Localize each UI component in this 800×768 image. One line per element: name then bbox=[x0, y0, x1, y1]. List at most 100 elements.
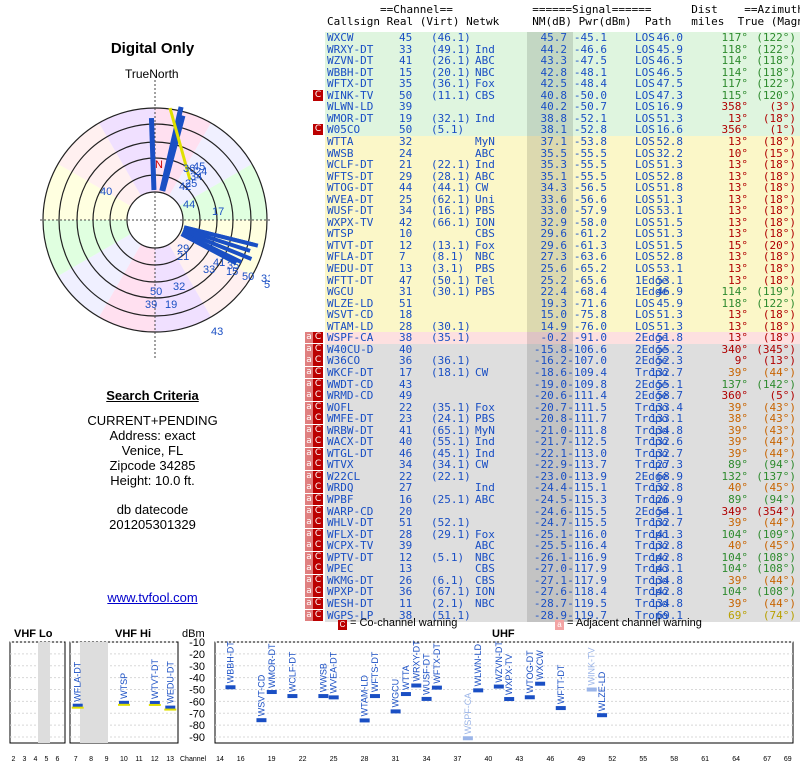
spectrum-bar-label: WTTA bbox=[401, 665, 411, 690]
spectrum-xtick: 37 bbox=[454, 756, 462, 763]
search-line: Zipcode 34285 bbox=[109, 458, 196, 473]
spectrum-ytick: -90 bbox=[189, 732, 205, 744]
spectrum-xtick: 67 bbox=[763, 756, 771, 763]
spectrum-bar-label: WTAM-LD bbox=[360, 675, 370, 717]
spectrum-ytick: -80 bbox=[189, 720, 205, 732]
spectrum-bar-label: WUSF-DT bbox=[422, 653, 432, 695]
co-channel-warning: C bbox=[313, 470, 323, 482]
radar-label: 40 bbox=[100, 186, 112, 198]
spectrum-bar-label: WVEA-DT bbox=[329, 651, 339, 693]
spectrum-shade bbox=[80, 642, 108, 743]
spectrum-bar-label: WXPX-TV bbox=[504, 654, 514, 695]
spectrum-xtick: 12 bbox=[151, 756, 159, 763]
cell-virt: (35.1) bbox=[431, 331, 471, 345]
spectrum-section-label: VHF Hi bbox=[115, 628, 151, 640]
spectrum-xtick: 13 bbox=[166, 756, 174, 763]
co-channel-warning: C bbox=[313, 540, 323, 552]
radar-label: 15 bbox=[226, 266, 238, 278]
cell-network: PBS bbox=[475, 285, 495, 299]
adjacent-channel-warning: a bbox=[305, 390, 313, 402]
search-criteria: Search Criteria CURRENT+PENDING Address:… bbox=[0, 388, 305, 532]
co-channel-warning: C bbox=[313, 597, 323, 609]
radar-label: 19 bbox=[165, 299, 177, 311]
adjacent-channel-warning: a bbox=[305, 332, 313, 344]
spectrum-panel bbox=[9, 641, 66, 744]
spectrum-xtick: 25 bbox=[330, 756, 338, 763]
spectrum-xtick: 9 bbox=[105, 756, 109, 763]
co-channel-warning: C bbox=[313, 517, 323, 529]
adjacent-channel-warning: a bbox=[305, 505, 313, 517]
table-header-columns: Callsign Real (Virt) Netwk NM(dB) Pwr(dB… bbox=[327, 15, 800, 28]
co-channel-warning: C bbox=[313, 574, 323, 586]
true-north-label: TrueNorth bbox=[125, 67, 179, 81]
cell-virt: (11.1) bbox=[431, 88, 471, 102]
spectrum-xtick: 55 bbox=[639, 756, 647, 763]
spectrum-bar-label: WXCW bbox=[535, 650, 545, 680]
spectrum-ytick: -30 bbox=[189, 661, 205, 673]
spectrum-bar-label: WEDU-DT bbox=[165, 661, 175, 704]
spectrum-xtick: 7 bbox=[74, 756, 78, 763]
co-channel-warning: C bbox=[313, 401, 323, 413]
radar-label: 17 bbox=[212, 206, 224, 218]
spectrum-chart: VHF Lo VHF Hi UHFdBm-10-20-30-40-50-60-70-… bbox=[9, 628, 794, 763]
spectrum-bar-label: WFLA-DT bbox=[73, 661, 83, 701]
website-link[interactable]: www.tvfool.com bbox=[0, 590, 305, 605]
adjacent-channel-warning: a bbox=[305, 482, 313, 494]
spectrum-xtick: 8 bbox=[89, 756, 93, 763]
spectrum-xtick: 2 bbox=[12, 756, 16, 763]
spectrum-xtick: 40 bbox=[485, 756, 493, 763]
search-heading: Search Criteria bbox=[106, 388, 199, 403]
adjacent-channel-warning: a bbox=[305, 574, 313, 586]
adjacent-channel-warning: a bbox=[305, 343, 313, 355]
adjacent-channel-warning: a bbox=[305, 563, 313, 575]
spectrum-bar-label: WBBH-DT bbox=[225, 641, 235, 683]
adjacent-channel-warning: a bbox=[305, 586, 313, 598]
radar-label: 24 bbox=[195, 166, 207, 178]
co-channel-warning: C bbox=[313, 124, 323, 136]
db-datecode-label: db datecode bbox=[116, 502, 189, 517]
spectrum-xtick: 58 bbox=[670, 756, 678, 763]
cell-network: NBC bbox=[475, 596, 495, 610]
spectrum-section-label: UHF bbox=[492, 628, 515, 640]
co-channel-warning: C bbox=[313, 343, 323, 355]
spectrum-xtick: 28 bbox=[361, 756, 369, 763]
co-channel-warning: C bbox=[313, 528, 323, 540]
spectrum-ytick: -50 bbox=[189, 685, 205, 697]
cell-virt: (25.1) bbox=[431, 493, 471, 506]
cell-network: CW bbox=[475, 365, 489, 379]
radar-plot: 4017503919322129443645334135503151431542… bbox=[40, 80, 270, 360]
search-line: Height: 10.0 ft. bbox=[110, 473, 195, 488]
adjacent-channel-warning: a bbox=[305, 436, 313, 448]
page-title: Digital Only bbox=[110, 40, 195, 57]
radar-label: 39 bbox=[145, 299, 157, 311]
spectrum-ytick: -60 bbox=[189, 696, 205, 708]
spectrum-xtick: 52 bbox=[608, 756, 616, 763]
search-line: CURRENT+PENDING bbox=[87, 413, 218, 428]
cell-virt: (30.1) bbox=[431, 285, 471, 299]
spectrum-bar-label: WFTS-DT bbox=[370, 651, 380, 692]
spectrum-xtick: 49 bbox=[577, 756, 585, 763]
cell-virt: (22.1) bbox=[431, 469, 471, 483]
cell-network: CW bbox=[475, 458, 489, 472]
spectrum-xtick: 19 bbox=[268, 756, 276, 763]
spectrum-bar-label: WFTT-DT bbox=[556, 664, 566, 704]
adjacent-channel-warning: a bbox=[305, 494, 313, 505]
adjacent-channel-warning: a bbox=[305, 447, 313, 459]
co-channel-warning: C bbox=[313, 413, 323, 425]
spectrum-xtick: 3 bbox=[23, 756, 27, 763]
spectrum-bar-label: WZVN-DT bbox=[494, 641, 504, 683]
adjacent-channel-warning: a bbox=[305, 378, 313, 390]
spectrum-xtick: 11 bbox=[135, 756, 142, 763]
co-channel-warning: C bbox=[313, 378, 323, 390]
radar-label: 51 bbox=[264, 279, 270, 291]
spectrum-bar-label: WINK-TV bbox=[587, 648, 597, 686]
co-channel-warning: C bbox=[313, 563, 323, 575]
co-channel-warning: C bbox=[313, 424, 323, 436]
co-channel-warning: C bbox=[313, 355, 323, 367]
co-channel-warning: C bbox=[313, 366, 323, 378]
co-channel-warning: C bbox=[313, 505, 323, 517]
adjacent-channel-warning: a bbox=[305, 597, 313, 609]
cell-virt: (18.1) bbox=[431, 365, 471, 379]
adjacent-channel-warning: a bbox=[305, 517, 313, 529]
adjacent-channel-warning: a bbox=[305, 355, 313, 367]
